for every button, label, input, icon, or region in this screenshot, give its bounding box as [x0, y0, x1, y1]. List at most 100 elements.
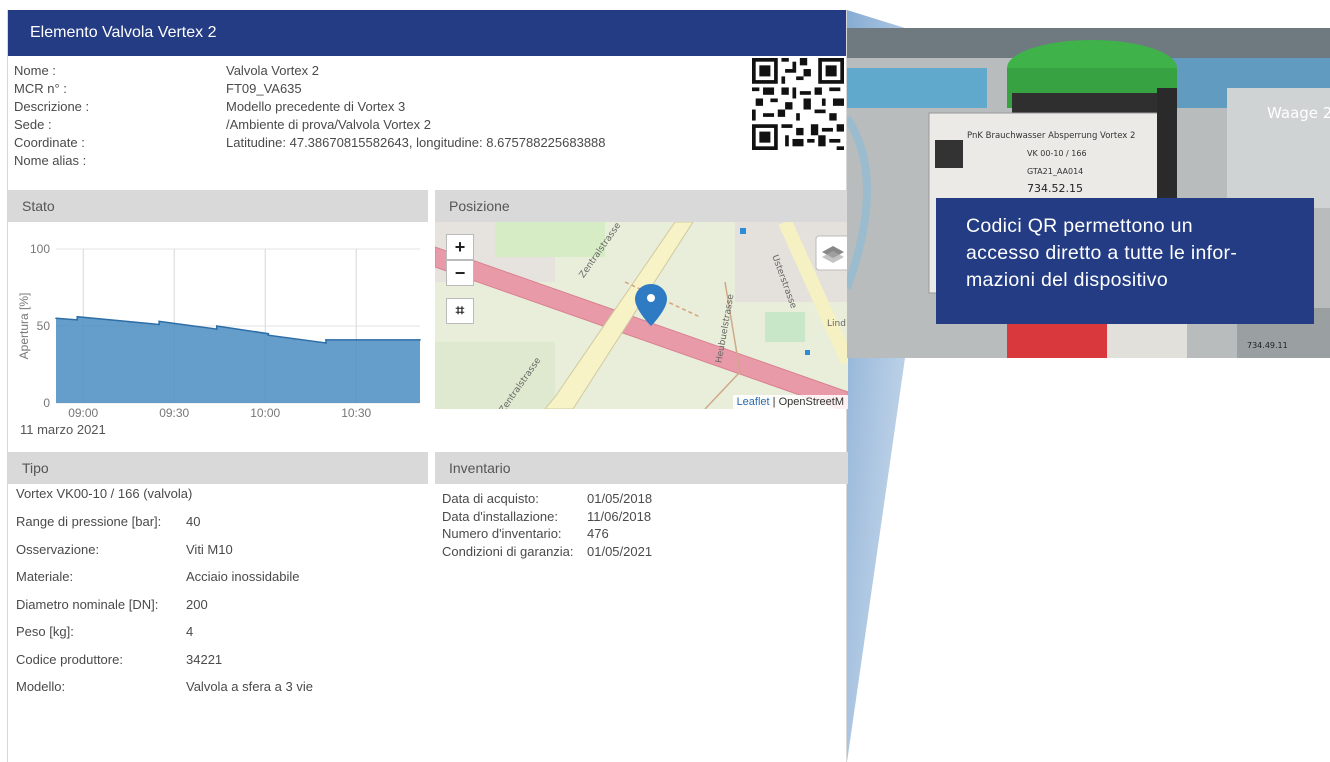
osm-attribution[interactable]: | OpenStreetM	[773, 396, 844, 408]
section-header-inventario: Inventario	[435, 452, 848, 484]
status-chart: 0 50 100 09:00 09:30 10:00 10:30 11 marzo 2021 A…	[8, 222, 428, 450]
chart-point	[267, 334, 270, 337]
location-map[interactable]: Zentralstrasse Zentralstrasse Heubuelstr…	[435, 222, 848, 409]
chart-point	[325, 342, 327, 344]
plate-text: PnK Brauchwasser Absperrung Vortex 2	[967, 131, 1135, 141]
info-label: Descrizione :	[14, 99, 90, 114]
type-value: 200	[186, 596, 208, 612]
info-row-description: Descrizione : Modello precedente di Vort…	[14, 98, 744, 116]
info-label: Nome alias :	[14, 153, 87, 168]
type-value: Viti M10	[186, 541, 233, 557]
status-chart-svg: 0 50 100 09:00 09:30 10:00 10:30 11 marzo 2021 A…	[17, 242, 421, 437]
info-label: Sede :	[14, 117, 52, 132]
type-value: 40	[186, 514, 201, 529]
type-label: Peso [kg]:	[16, 624, 74, 639]
section-header-posizione: Posizione	[435, 190, 848, 222]
type-row: Diametro nominale [DN]: 200	[16, 597, 436, 625]
y-tick-label: 100	[30, 242, 50, 256]
info-value: Modello precedente di Vortex 3	[226, 99, 406, 114]
info-label: Coordinate :	[14, 135, 85, 150]
type-row: Range di pressione [bar]: 40	[16, 514, 436, 542]
type-row: Peso [kg]: 4	[16, 624, 436, 652]
info-row-alias: Nome alias :	[14, 152, 744, 170]
chart-point	[215, 328, 218, 330]
x-tick-label: 09:30	[159, 406, 189, 420]
photo-small-label: 734.49.11	[1247, 341, 1288, 350]
zoom-out-button[interactable]: −	[446, 260, 474, 286]
y-tick-label: 0	[43, 396, 50, 410]
callout-line: Codici QR permettono un	[966, 215, 1193, 237]
inventory-row: Data d'installazione: 11/06/2018	[442, 508, 842, 526]
x-tick-label: 09:00	[68, 406, 98, 420]
plate-text: VK 00-10 / 166	[1027, 149, 1087, 158]
device-panel: Elemento Valvola Vertex 2 Nome : Valvola…	[7, 10, 848, 762]
chart-point	[76, 315, 79, 318]
type-label: Osservazione:	[16, 541, 100, 557]
page-title: Elemento Valvola Vertex 2	[8, 10, 846, 56]
type-details: Vortex VK00-10 / 166 (valvola) Range di …	[16, 486, 436, 707]
photo-brand-text: Waage 2	[1267, 104, 1330, 122]
info-value: FT09_VA635	[226, 81, 302, 96]
chart-point	[267, 332, 270, 335]
callout-line: accesso diretto a tutte le infor-	[966, 242, 1238, 264]
type-value: 34221	[186, 651, 223, 667]
info-row-location: Sede : /Ambiente di prova/Valvola Vortex…	[14, 116, 744, 134]
chart-date-label: 11 marzo 2021	[20, 422, 106, 437]
info-row-mcr: MCR n° : FT09_VA635	[14, 80, 744, 98]
chart-point	[55, 317, 57, 320]
type-row: Codice produttore: 34221	[16, 652, 436, 680]
qr-callout: Codici QR permettono un accesso diretto …	[936, 198, 1314, 324]
type-label: Range di pressione [bar]:	[16, 514, 162, 529]
y-axis-label: Apertura [%]	[17, 293, 31, 360]
inventory-value: 01/05/2018	[587, 491, 653, 506]
plate-text: GTA21_AA014	[1027, 167, 1083, 176]
info-label: Nome :	[14, 63, 56, 78]
inventory-row: Numero d'inventario: 476	[442, 525, 842, 543]
plate-text: 734.52.15	[1027, 182, 1083, 195]
inventory-value: 476	[587, 526, 609, 541]
inventory-value: 11/06/2018	[587, 508, 652, 524]
map-attribution: Leaflet | OpenStreetM	[732, 395, 848, 409]
type-title-text: Vortex VK00-10 / 166 (valvola)	[16, 486, 193, 501]
info-row-coordinates: Coordinate : Latitudine: 47.386708155826…	[14, 134, 744, 152]
leaflet-link[interactable]: Leaflet	[737, 396, 770, 408]
x-tick-label: 10:30	[341, 406, 371, 420]
chart-point	[215, 325, 218, 327]
section-header-tipo: Tipo	[8, 452, 428, 484]
inventory-value: 01/05/2021	[587, 543, 653, 559]
callout-line: mazioni del dispositivo	[966, 269, 1168, 291]
inventory-label: Condizioni di garanzia:	[442, 543, 574, 559]
type-label: Modello:	[16, 679, 66, 694]
info-value: Valvola Vortex 2	[226, 63, 319, 78]
chart-point	[158, 320, 160, 323]
type-label: Diametro nominale [DN]:	[16, 596, 159, 612]
type-label: Codice produttore:	[16, 651, 123, 667]
type-title: Vortex VK00-10 / 166 (valvola)	[16, 486, 436, 514]
type-value: 4	[186, 624, 194, 639]
type-row: Materiale: Acciaio inossidabile	[16, 569, 436, 597]
inventory-details: Data di acquisto: 01/05/2018 Data d'inst…	[442, 490, 842, 560]
layers-icon[interactable]	[815, 235, 848, 271]
type-row: Osservazione: Viti M10	[16, 542, 436, 570]
crop-icon[interactable]: ⌗	[446, 298, 474, 324]
inventory-row: Condizioni di garanzia: 01/05/2021	[442, 543, 842, 561]
info-value: /Ambiente di prova/Valvola Vortex 2	[226, 117, 431, 132]
section-header-stato: Stato	[8, 190, 428, 222]
zoom-in-button[interactable]: +	[446, 234, 474, 260]
type-label: Materiale:	[16, 569, 74, 584]
x-tick-label: 10:00	[250, 406, 280, 420]
inventory-label: Numero d'inventario:	[442, 526, 562, 541]
chart-point	[158, 323, 160, 326]
info-value: Latitudine: 47.38670815582643, longitudi…	[226, 135, 606, 150]
y-tick-label: 50	[37, 319, 51, 333]
photo-qr-icon	[935, 140, 963, 168]
info-row-name: Nome : Valvola Vortex 2	[14, 62, 744, 80]
device-info: Nome : Valvola Vortex 2 MCR n° : FT09_VA…	[14, 62, 744, 192]
chart-point	[419, 339, 421, 341]
map-street-label: Lind	[827, 319, 846, 329]
type-row: Modello: Valvola a sfera a 3 vie	[16, 679, 436, 707]
type-value: Acciaio inossidabile	[186, 569, 300, 584]
info-label: MCR n° :	[14, 81, 67, 96]
qr-code-icon[interactable]	[752, 58, 844, 150]
chart-point	[76, 319, 79, 321]
